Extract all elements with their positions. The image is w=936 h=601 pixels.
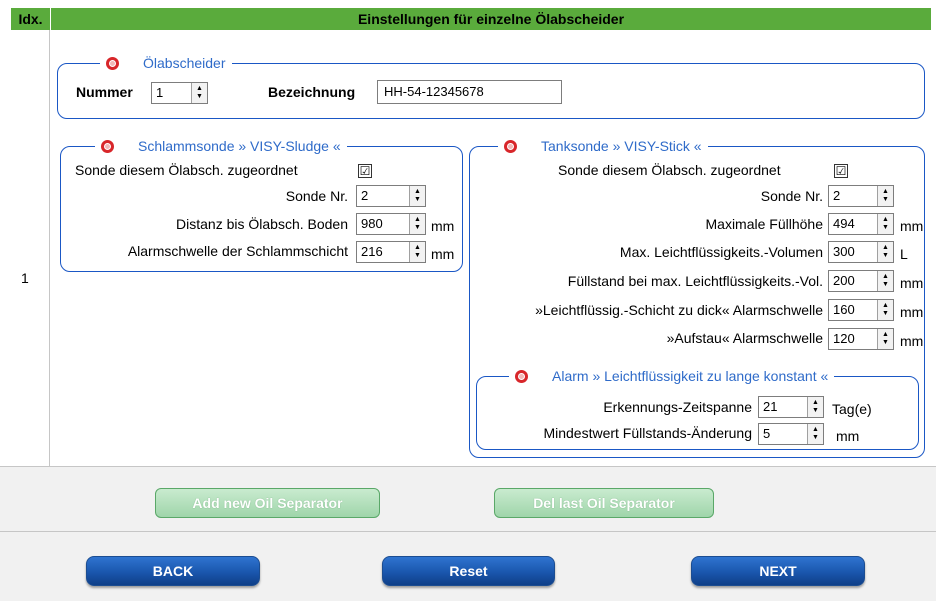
stepper-arrows-icon[interactable]: ▲ ▼ xyxy=(877,214,893,234)
del-oil-separator-button[interactable]: Del last Oil Separator xyxy=(494,488,714,518)
stepper-arrows-icon[interactable]: ▲ ▼ xyxy=(191,83,207,103)
tank-thick-layer-stepper[interactable]: 160 ▲ ▼ xyxy=(828,299,894,321)
sludge-distance-stepper[interactable]: 980 ▲ ▼ xyxy=(356,213,426,235)
tank-backlog-value: 120 xyxy=(833,331,855,346)
bezeichnung-input[interactable]: HH-54-12345678 xyxy=(377,80,562,104)
tank-max-fill-label: Maximale Füllhöhe xyxy=(705,216,824,232)
tank-probe-nr-stepper[interactable]: 2 ▲ ▼ xyxy=(828,185,894,207)
alarm-period-label: Erkennungs-Zeitspanne xyxy=(603,399,752,415)
lifebuoy-icon xyxy=(101,139,114,153)
stepper-arrows-icon[interactable]: ▲ ▼ xyxy=(877,271,893,291)
alarm-period-value: 21 xyxy=(763,399,778,414)
tank-probe-nr-value: 2 xyxy=(833,188,841,203)
tank-level-at-max-unit: mm xyxy=(900,275,924,291)
alarm-constant-legend: Alarm » Leichtflüssigkeit zu lange konst… xyxy=(509,367,835,385)
tank-backlog-unit: mm xyxy=(900,333,924,349)
lifebuoy-icon xyxy=(504,139,517,153)
sludge-distance-unit: mm xyxy=(431,218,455,234)
alarm-constant-legend-text: Alarm » Leichtflüssigkeit zu lange konst… xyxy=(552,368,829,384)
oil-separator-legend-text: Ölabscheider xyxy=(143,55,226,71)
tank-probe-nr-label: Sonde Nr. xyxy=(760,188,823,204)
tank-level-at-max-label: Füllstand bei max. Leichtflüssigkeits.-V… xyxy=(567,273,823,289)
sludge-probe-nr-label: Sonde Nr. xyxy=(285,188,348,204)
tank-level-at-max-value: 200 xyxy=(833,273,855,288)
bezeichnung-label: Bezeichnung xyxy=(268,84,356,100)
alarm-min-change-value: 5 xyxy=(763,426,771,441)
tank-max-fill-value: 494 xyxy=(833,216,855,231)
add-oil-separator-button[interactable]: Add new Oil Separator xyxy=(155,488,380,518)
alarm-min-change-label: Mindestwert Füllstands-Änderung xyxy=(543,425,752,441)
sludge-assigned-label: Sonde diesem Ölabsch. zugeordnet xyxy=(75,162,298,178)
index-column-header: Idx. xyxy=(11,8,50,30)
tank-thick-layer-value: 160 xyxy=(833,302,855,317)
tank-backlog-label: »Aufstau« Alarmschwelle xyxy=(666,330,823,346)
back-button[interactable]: BACK xyxy=(86,556,260,586)
tank-backlog-stepper[interactable]: 120 ▲ ▼ xyxy=(828,328,894,350)
stepper-arrows-icon[interactable]: ▲ ▼ xyxy=(877,242,893,262)
stepper-arrows-icon[interactable]: ▲ ▼ xyxy=(877,186,893,206)
nummer-stepper[interactable]: 1 ▲ ▼ xyxy=(151,82,208,104)
sludge-assigned-checkbox[interactable]: ☑ xyxy=(358,164,372,178)
sludge-threshold-label: Alarmschwelle der Schlammschicht xyxy=(127,243,348,259)
tank-thick-layer-unit: mm xyxy=(900,304,924,320)
tank-thick-layer-label: »Leichtflüssig.-Schicht zu dick« Alarmsc… xyxy=(535,302,823,318)
settings-table-header: Einstellungen für einzelne Ölabscheider xyxy=(51,8,931,30)
nummer-label: Nummer xyxy=(76,84,133,100)
sludge-distance-label: Distanz bis Ölabsch. Boden xyxy=(176,216,348,232)
tank-max-volume-unit: L xyxy=(900,246,908,262)
stepper-arrows-icon[interactable]: ▲ ▼ xyxy=(877,329,893,349)
alarm-min-change-stepper[interactable]: 5 ▲ ▼ xyxy=(758,423,824,445)
stepper-arrows-icon[interactable]: ▲ ▼ xyxy=(409,242,425,262)
tank-max-volume-label: Max. Leichtflüssigkeits.-Volumen xyxy=(619,244,823,260)
tank-probe-legend-text: Tanksonde » VISY-Stick « xyxy=(541,138,702,154)
stepper-arrows-icon[interactable]: ▲ ▼ xyxy=(807,397,823,417)
sludge-probe-nr-value: 2 xyxy=(361,188,369,203)
tank-assigned-label: Sonde diesem Ölabsch. zugeordnet xyxy=(558,162,781,178)
lifebuoy-icon xyxy=(106,56,119,70)
nummer-value: 1 xyxy=(156,85,164,100)
sludge-distance-value: 980 xyxy=(361,216,383,231)
alarm-min-change-unit: mm xyxy=(836,428,860,444)
stepper-arrows-icon[interactable]: ▲ ▼ xyxy=(877,300,893,320)
stepper-arrows-icon[interactable]: ▲ ▼ xyxy=(807,424,823,444)
tank-max-fill-unit: mm xyxy=(900,218,924,234)
tank-max-volume-value: 300 xyxy=(833,244,855,259)
alarm-period-unit: Tag(e) xyxy=(832,401,872,417)
row-index: 1 xyxy=(21,270,29,286)
tank-probe-legend: Tanksonde » VISY-Stick « xyxy=(498,137,708,155)
tank-assigned-checkbox[interactable]: ☑ xyxy=(834,164,848,178)
stepper-arrows-icon[interactable]: ▲ ▼ xyxy=(409,186,425,206)
next-button[interactable]: NEXT xyxy=(691,556,865,586)
sludge-probe-nr-stepper[interactable]: 2 ▲ ▼ xyxy=(356,185,426,207)
oil-separator-legend: Ölabscheider xyxy=(100,54,232,72)
tank-max-volume-stepper[interactable]: 300 ▲ ▼ xyxy=(828,241,894,263)
sludge-threshold-stepper[interactable]: 216 ▲ ▼ xyxy=(356,241,426,263)
sludge-threshold-unit: mm xyxy=(431,246,455,262)
tank-max-fill-stepper[interactable]: 494 ▲ ▼ xyxy=(828,213,894,235)
reset-button[interactable]: Reset xyxy=(382,556,555,586)
alarm-period-stepper[interactable]: 21 ▲ ▼ xyxy=(758,396,824,418)
lifebuoy-icon xyxy=(515,369,528,383)
index-column: 1 xyxy=(11,30,50,466)
sludge-probe-legend: Schlammsonde » VISY-Sludge « xyxy=(95,137,347,155)
sludge-threshold-value: 216 xyxy=(361,244,383,259)
stepper-arrows-icon[interactable]: ▲ ▼ xyxy=(409,214,425,234)
tank-level-at-max-stepper[interactable]: 200 ▲ ▼ xyxy=(828,270,894,292)
sludge-probe-legend-text: Schlammsonde » VISY-Sludge « xyxy=(138,138,341,154)
separator-actions-bar xyxy=(0,467,936,531)
